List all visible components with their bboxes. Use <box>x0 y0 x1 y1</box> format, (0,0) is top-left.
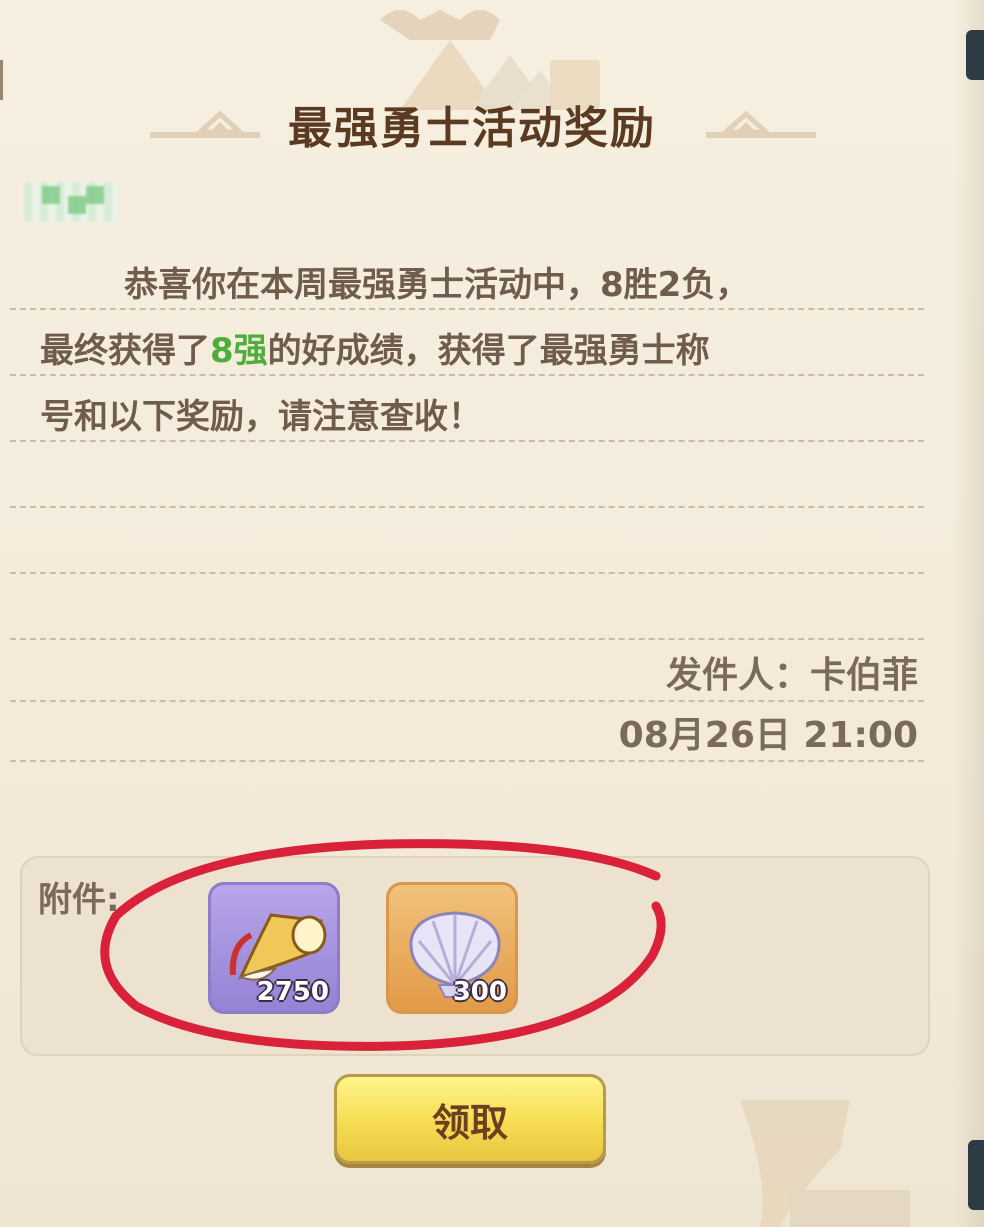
mail-body: 恭喜你在本周最强勇士活动中，8胜2负， 最终获得了8强的好成绩，获得了最强勇士称… <box>40 252 920 450</box>
ruled-line <box>10 572 924 574</box>
claim-button[interactable]: 领取 <box>334 1074 606 1164</box>
horn-decoration-icon <box>740 1100 910 1227</box>
mail-body-line-2: 最终获得了8强的好成绩，获得了最强勇士称 <box>40 331 710 371</box>
paper-edge-shadow <box>954 0 984 1227</box>
annotation-circle <box>100 839 666 1051</box>
mail-date: 08月26日 21:00 <box>618 715 918 756</box>
ruled-line <box>10 700 924 702</box>
close-tab[interactable] <box>966 30 984 80</box>
ruled-line <box>10 506 924 508</box>
title-ornament-right-icon <box>706 110 816 138</box>
side-tab <box>968 1140 984 1210</box>
rank-highlight: 8强 <box>210 331 268 371</box>
mail-body-line-3: 号和以下奖励，请注意查收！ <box>40 397 482 437</box>
ruled-line <box>10 760 924 762</box>
ruled-line <box>10 638 924 640</box>
mail-body-line-1: 恭喜你在本周最强勇士活动中，8胜2负， <box>124 265 750 305</box>
mail-sender: 发件人：卡伯菲 <box>665 655 918 696</box>
recipient-name-redacted <box>24 182 120 222</box>
